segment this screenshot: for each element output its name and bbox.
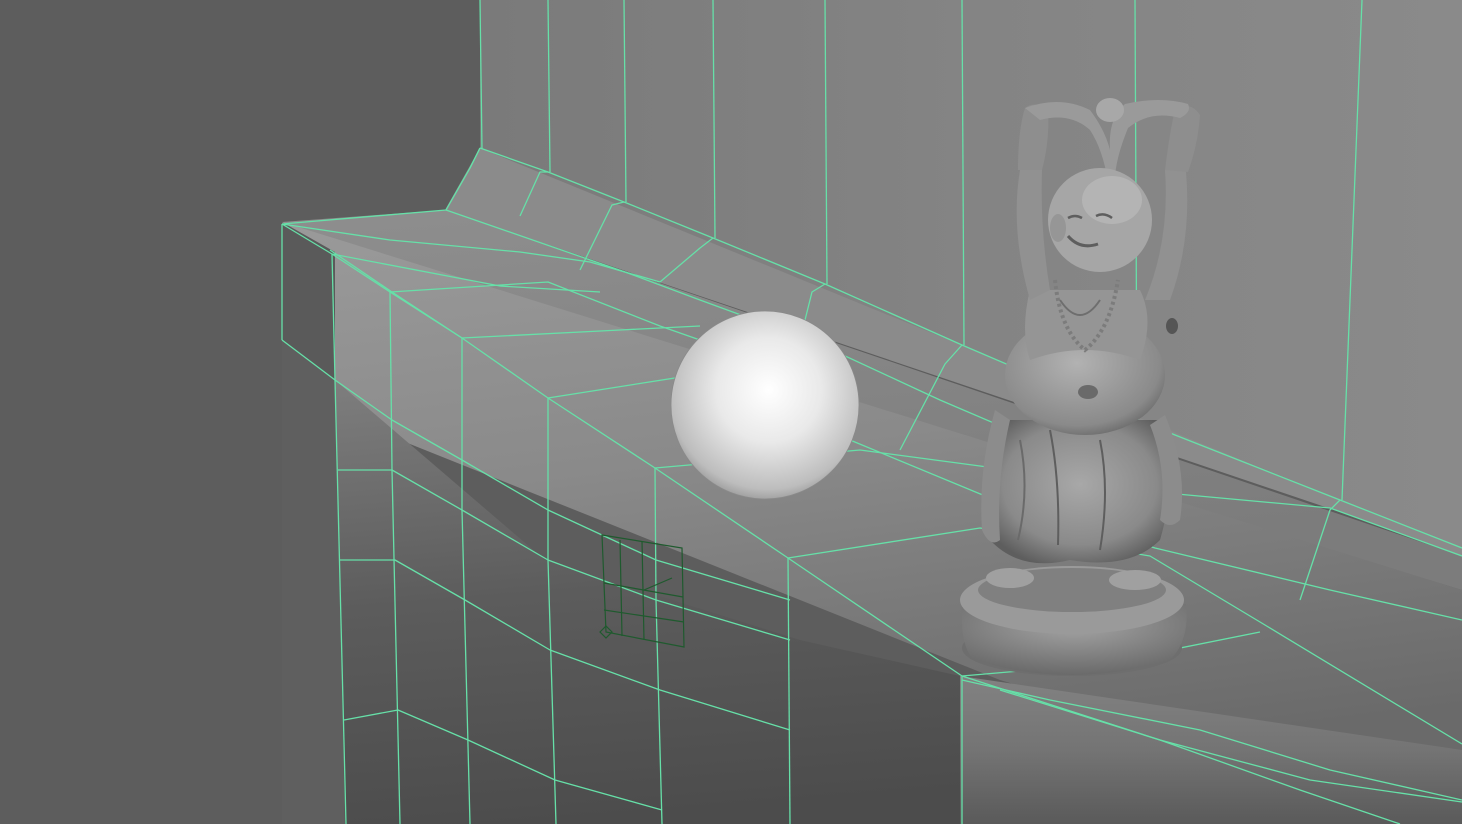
- 3d-viewport[interactable]: [0, 0, 1462, 824]
- sphere[interactable]: [670, 310, 860, 500]
- viewport-canvas[interactable]: [0, 0, 1462, 824]
